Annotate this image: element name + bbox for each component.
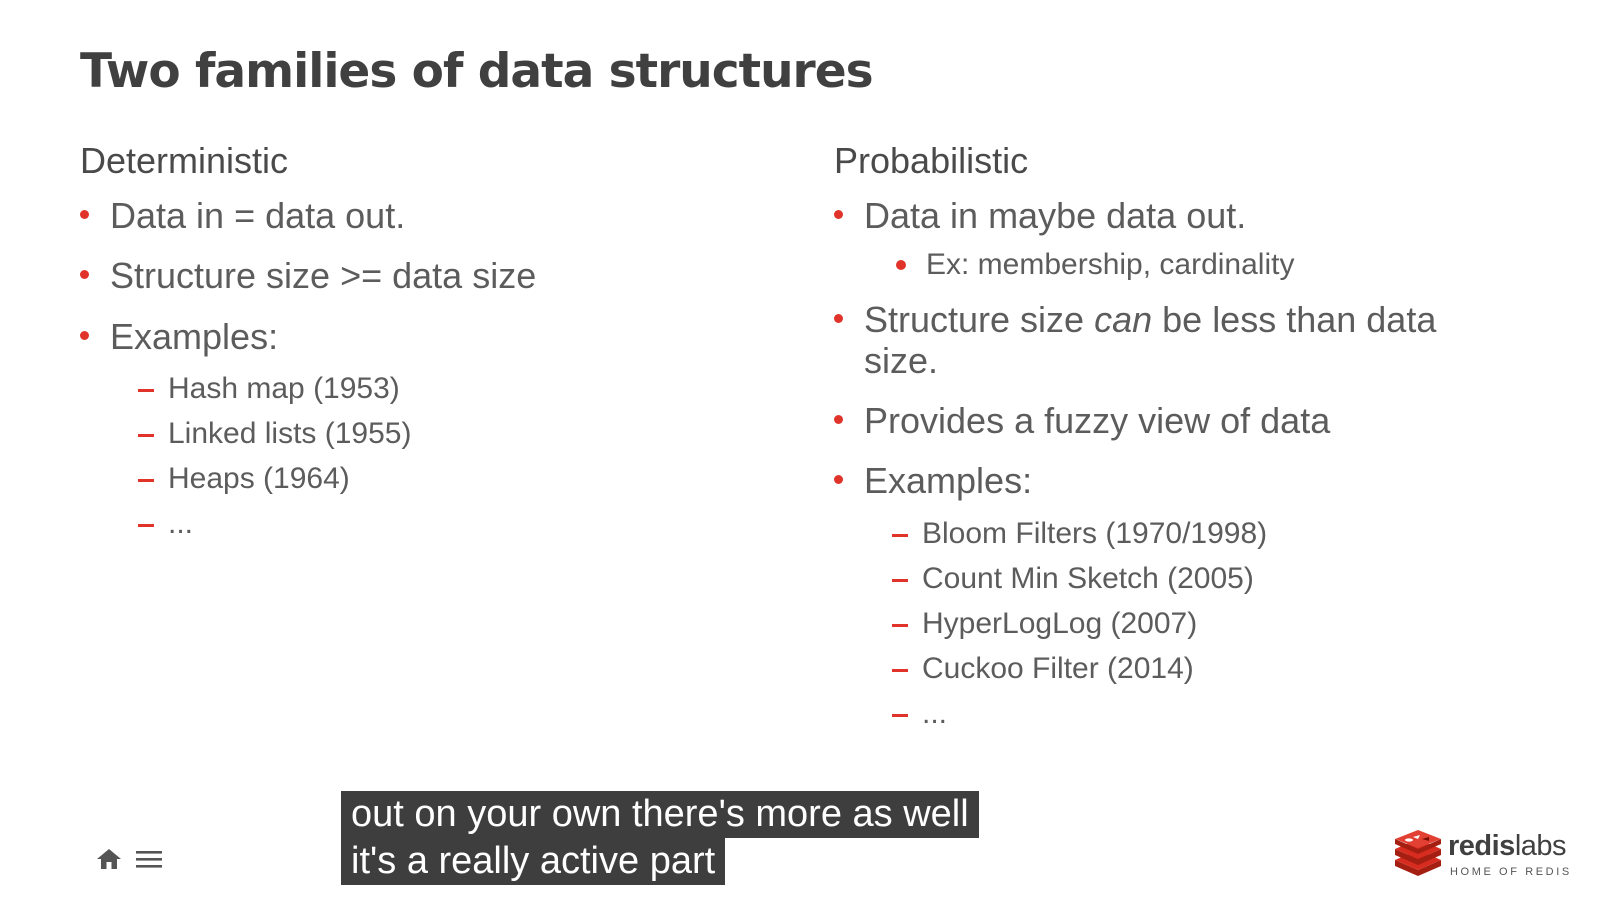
dash-icon	[892, 578, 908, 582]
sub-bullet-item: Ex: membership, cardinality	[896, 248, 1514, 282]
bullet-dot-icon	[896, 260, 906, 271]
example-item: Cuckoo Filter (2014)	[892, 649, 1514, 694]
probabilistic-examples-list: Bloom Filters (1970/1998) Count Min Sket…	[892, 514, 1514, 739]
bullet-item: Structure size can be less than data siz…	[834, 300, 1514, 381]
example-text: Cuckoo Filter (2014)	[922, 651, 1194, 685]
example-text: HyperLogLog (2007)	[922, 606, 1198, 640]
caption-line: out on your own there's more as well	[341, 791, 979, 838]
bullet-dot-icon	[834, 314, 843, 324]
bullet-text: Examples:	[864, 460, 1033, 502]
bullet-item: Data in = data out.	[80, 195, 536, 236]
bullet-dot-icon	[834, 210, 843, 219]
dash-icon	[138, 433, 154, 437]
example-text: Bloom Filters (1970/1998)	[922, 516, 1268, 550]
bullet-text: Structure size	[864, 299, 1095, 341]
deterministic-heading: Deterministic	[80, 140, 289, 181]
example-item: Bloom Filters (1970/1998)	[892, 514, 1514, 559]
dash-icon	[892, 533, 908, 537]
deterministic-column: Deterministic Data in = data out. Struct…	[80, 140, 536, 549]
example-text: ...	[922, 696, 948, 730]
slide-title: Two families of data structures	[80, 44, 874, 99]
example-item: ...	[138, 504, 536, 549]
bullet-text: Examples:	[110, 315, 279, 357]
example-item: Count Min Sketch (2005)	[892, 559, 1514, 604]
slide: Two families of data structures Determin…	[0, 0, 1600, 900]
bullet-item: Examples:	[834, 461, 1514, 501]
dash-icon	[138, 478, 154, 482]
bullet-dot-icon	[80, 330, 89, 340]
menu-icon[interactable]	[136, 846, 162, 872]
dash-icon	[138, 523, 154, 527]
example-item: HyperLogLog (2007)	[892, 604, 1514, 649]
caption-line: it's a really active part	[341, 838, 726, 885]
example-item: ...	[892, 694, 1514, 739]
sub-bullet-text: Ex: membership, cardinality	[926, 248, 1295, 282]
redislabs-logo: redislabs HOME OF REDIS	[1393, 830, 1569, 880]
bullet-item: Provides a fuzzy view of data	[834, 399, 1514, 441]
bullet-dot-icon	[80, 270, 89, 280]
video-caption: out on your own there's more as well it'…	[341, 791, 979, 885]
bullet-text: Provides a fuzzy view of data	[864, 399, 1331, 441]
probabilistic-column: Probabilistic Data in maybe data out. Ex…	[834, 140, 1514, 739]
example-item: Heaps (1964)	[138, 459, 536, 504]
example-item: Linked lists (1955)	[138, 414, 536, 459]
dash-icon	[892, 668, 908, 672]
logo-wordmark-bold: redis	[1448, 830, 1515, 862]
bullet-text-emphasis: can	[1094, 299, 1153, 341]
bullet-text: Data in maybe data out.	[864, 195, 1247, 236]
bullet-item: Examples:	[80, 315, 536, 357]
example-text: Heaps (1964)	[168, 461, 350, 495]
example-text: ...	[168, 506, 194, 540]
example-item: Hash map (1953)	[138, 369, 536, 414]
redis-cube-icon	[1395, 830, 1441, 876]
bullet-text: Data in = data out.	[110, 195, 406, 236]
home-icon[interactable]	[96, 846, 122, 872]
logo-wordmark-light: labs	[1514, 830, 1567, 862]
bullet-dot-icon	[80, 210, 89, 219]
logo-tagline: HOME OF REDIS	[1450, 866, 1572, 878]
bullet-item: Data in maybe data out.	[834, 195, 1514, 236]
dash-icon	[892, 623, 908, 627]
example-text: Count Min Sketch (2005)	[922, 561, 1254, 595]
dash-icon	[138, 388, 154, 392]
deterministic-examples-list: Hash map (1953) Linked lists (1955) Heap…	[138, 369, 536, 549]
slide-navigation	[96, 846, 162, 872]
bullet-text: Structure size >= data size	[110, 255, 537, 297]
bullet-dot-icon	[834, 414, 843, 424]
logo-wordmark: redislabs	[1448, 830, 1567, 863]
dash-icon	[892, 713, 908, 717]
example-text: Linked lists (1955)	[168, 416, 412, 450]
example-text: Hash map (1953)	[168, 371, 400, 405]
probabilistic-heading: Probabilistic	[834, 140, 1029, 181]
bullet-dot-icon	[834, 475, 843, 485]
bullet-item: Structure size >= data size	[80, 256, 536, 296]
